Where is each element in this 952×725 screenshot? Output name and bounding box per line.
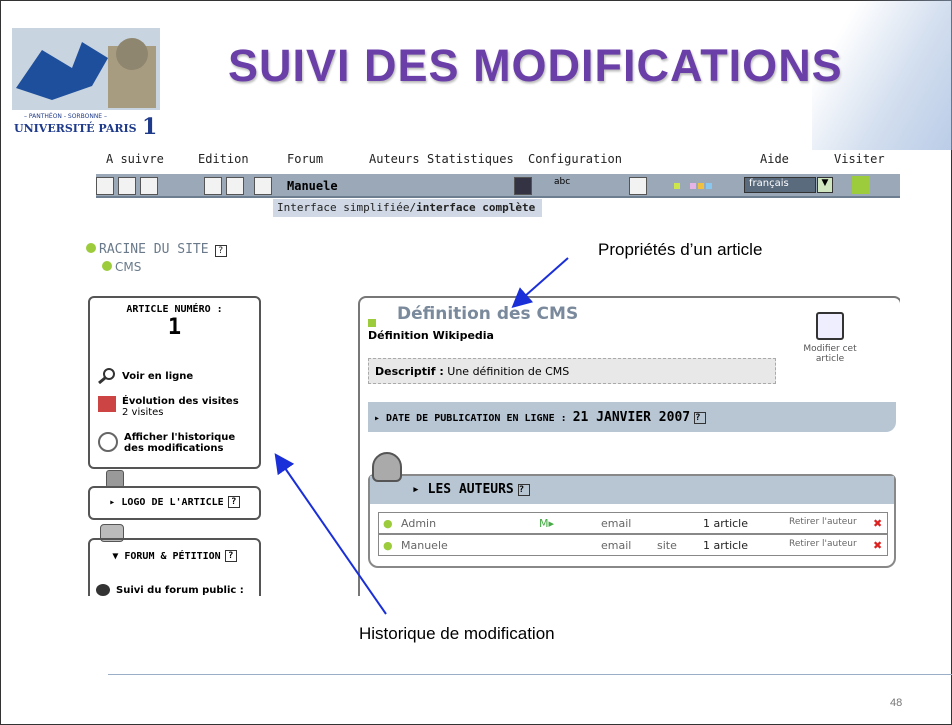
arrow-properties: [511, 257, 569, 308]
footer-line: [108, 674, 952, 675]
arrow-history: [274, 453, 387, 615]
annotation-arrows: [274, 257, 569, 615]
page-number: 48: [890, 697, 903, 709]
label-history: Historique de modification: [359, 624, 555, 643]
label-properties: Propriétés d’un article: [598, 240, 763, 259]
